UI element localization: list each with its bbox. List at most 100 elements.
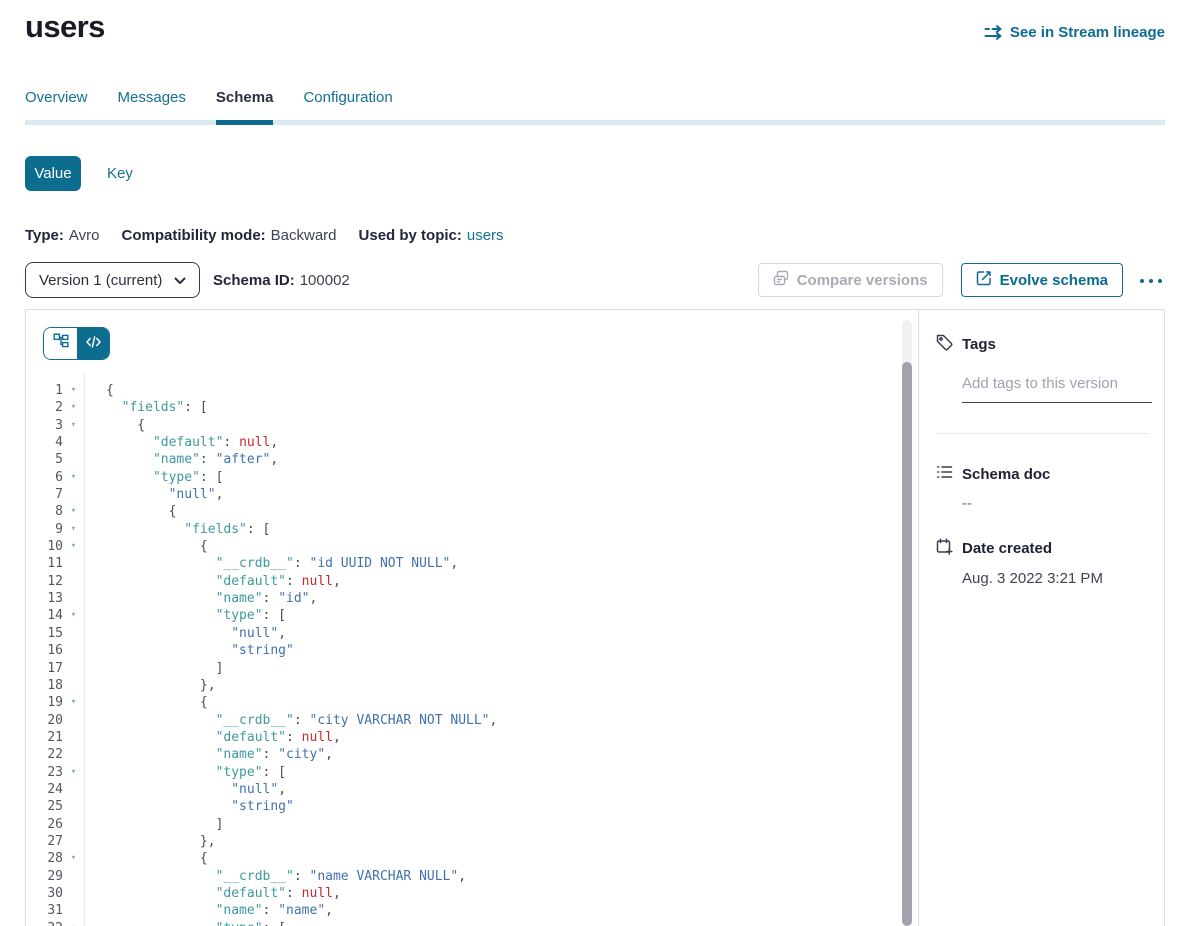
date-created-heading-row: Date created — [936, 538, 1148, 559]
code-text: "type": [ — [84, 607, 286, 624]
line-number: 8 — [26, 503, 63, 520]
fold-spacer — [63, 712, 84, 729]
value-key-toggle: Value Key — [25, 156, 1189, 191]
line-number: 26 — [26, 816, 63, 833]
compare-versions-button[interactable]: Compare versions — [758, 263, 943, 297]
code-text: "default": null, — [84, 885, 341, 902]
sidebar-divider — [936, 433, 1148, 434]
fold-toggle-icon[interactable]: ▾ — [63, 764, 84, 781]
code-line: 18}, — [26, 677, 904, 694]
fold-spacer — [63, 625, 84, 642]
code-line: 10▾{ — [26, 538, 904, 555]
code-text: "string" — [84, 642, 294, 659]
tab-bar: Overview Messages Schema Configuration — [25, 89, 1165, 125]
scrollbar-thumb[interactable] — [902, 362, 912, 926]
code-text: "type": [ — [84, 920, 286, 926]
version-select-value: Version 1 (current) — [39, 272, 174, 289]
evolve-schema-button[interactable]: Evolve schema — [961, 263, 1123, 297]
meta-compatibility: Compatibility mode:Backward — [121, 227, 336, 244]
fold-toggle-icon[interactable]: ▾ — [63, 382, 84, 399]
tab-messages[interactable]: Messages — [118, 89, 186, 120]
tab-configuration[interactable]: Configuration — [303, 89, 392, 120]
edit-schema-icon — [976, 270, 992, 290]
code-text: "fields": [ — [84, 399, 208, 416]
fold-toggle-icon[interactable]: ▾ — [63, 538, 84, 555]
code-line: 2▾"fields": [ — [26, 399, 904, 416]
code-line: 15 "null", — [26, 625, 904, 642]
fold-toggle-icon[interactable]: ▾ — [63, 503, 84, 520]
code-line: 30 "default": null, — [26, 885, 904, 902]
tag-icon — [936, 334, 953, 355]
fold-spacer — [63, 798, 84, 815]
meta-type: Type:Avro — [25, 227, 99, 244]
code-text: { — [84, 503, 176, 520]
fold-toggle-icon[interactable]: ▾ — [63, 521, 84, 538]
line-number: 6 — [26, 469, 63, 486]
calendar-add-icon — [936, 538, 953, 559]
code-line: 23▾"type": [ — [26, 764, 904, 781]
tree-view-button[interactable] — [44, 328, 77, 359]
code-text: "__crdb__": "city VARCHAR NOT NULL", — [84, 712, 497, 729]
code-text: "__crdb__": "name VARCHAR NULL", — [84, 868, 466, 885]
version-select[interactable]: Version 1 (current) — [25, 262, 200, 298]
fold-toggle-icon[interactable]: ▾ — [63, 469, 84, 486]
schema-sidebar: Tags Schema doc -- — [918, 310, 1164, 926]
compare-versions-label: Compare versions — [797, 272, 928, 289]
fold-toggle-icon[interactable]: ▾ — [63, 920, 84, 926]
line-number: 3 — [26, 417, 63, 434]
more-options-button[interactable] — [1137, 267, 1165, 293]
code-text: "null", — [84, 486, 223, 503]
see-in-stream-lineage-link[interactable]: See in Stream lineage — [984, 24, 1165, 41]
code-text: "name": "id", — [84, 590, 317, 607]
schema-meta-row: Type:Avro Compatibility mode:Backward Us… — [25, 227, 1189, 244]
line-number: 19 — [26, 694, 63, 711]
code-line: 32▾"type": [ — [26, 920, 904, 926]
schema-doc-heading-row: Schema doc — [936, 464, 1148, 484]
line-number: 30 — [26, 885, 63, 902]
tags-input[interactable] — [962, 375, 1152, 392]
schema-doc-value: -- — [962, 495, 1148, 512]
fold-spacer — [63, 885, 84, 902]
fold-toggle-icon[interactable]: ▾ — [63, 694, 84, 711]
code-view-button[interactable] — [77, 328, 109, 359]
used-by-topic-link[interactable]: users — [467, 227, 504, 244]
fold-spacer — [63, 902, 84, 919]
code-line: 13"name": "id", — [26, 590, 904, 607]
fold-toggle-icon[interactable]: ▾ — [63, 399, 84, 416]
schema-id-value: 100002 — [300, 272, 350, 289]
tags-heading: Tags — [962, 336, 996, 353]
code-line: 31"name": "name", — [26, 902, 904, 919]
code-text: "__crdb__": "id UUID NOT NULL", — [84, 555, 458, 572]
scrollbar-track[interactable] — [902, 320, 912, 926]
fold-spacer — [63, 555, 84, 572]
page-header: users See in Stream lineage — [0, 9, 1189, 45]
tab-overview[interactable]: Overview — [25, 89, 88, 120]
line-number: 16 — [26, 642, 63, 659]
schema-doc-heading: Schema doc — [962, 466, 1050, 483]
fold-toggle-icon[interactable]: ▾ — [63, 417, 84, 434]
key-toggle-button[interactable]: Key — [107, 165, 133, 182]
fold-spacer — [63, 729, 84, 746]
list-icon — [936, 464, 953, 484]
fold-toggle-icon[interactable]: ▾ — [63, 607, 84, 624]
tab-schema[interactable]: Schema — [216, 89, 274, 120]
code-line: 28▾{ — [26, 850, 904, 867]
schema-id: Schema ID:100002 — [213, 272, 350, 289]
stream-lineage-icon — [984, 25, 1003, 40]
code-line: 17] — [26, 660, 904, 677]
fold-toggle-icon[interactable]: ▾ — [63, 850, 84, 867]
code-line: 4"default": null, — [26, 434, 904, 451]
code-text: "default": null, — [84, 434, 278, 451]
code-text: }, — [84, 677, 216, 694]
line-number: 24 — [26, 781, 63, 798]
line-number: 21 — [26, 729, 63, 746]
code-line: 11"__crdb__": "id UUID NOT NULL", — [26, 555, 904, 572]
fold-spacer — [63, 746, 84, 763]
value-toggle-button[interactable]: Value — [25, 156, 81, 191]
stream-lineage-label: See in Stream lineage — [1010, 24, 1165, 41]
line-number: 15 — [26, 625, 63, 642]
code-text: { — [84, 538, 208, 555]
line-number: 29 — [26, 868, 63, 885]
code-text: ] — [84, 660, 223, 677]
code-text: "null", — [84, 625, 286, 642]
